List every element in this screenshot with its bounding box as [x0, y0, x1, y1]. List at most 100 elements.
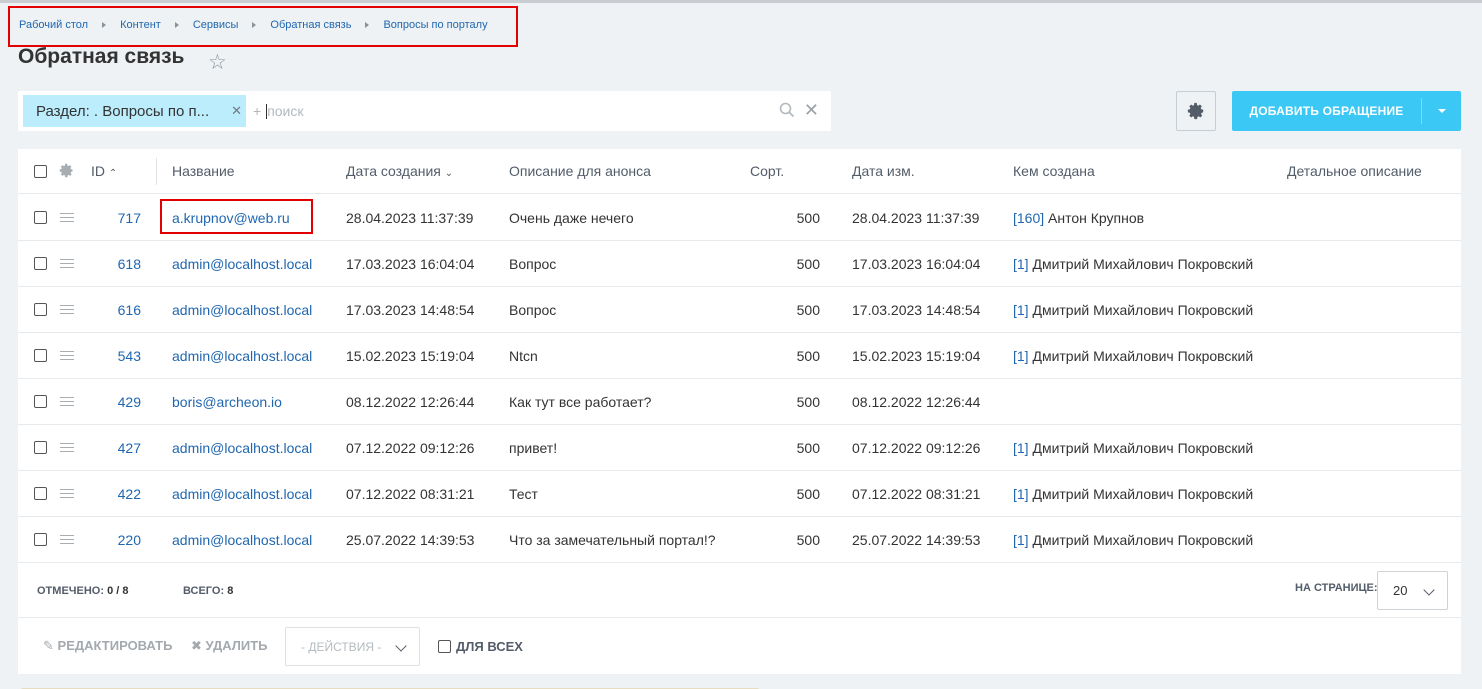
breadcrumb-arrow-icon: [365, 21, 370, 28]
favorite-star-icon[interactable]: ☆: [208, 50, 227, 75]
row-user-id-link[interactable]: [1]: [1013, 440, 1029, 456]
drag-handle-icon[interactable]: [60, 440, 74, 455]
column-header-name[interactable]: Название: [172, 163, 235, 179]
column-header-detail[interactable]: Детальное описание: [1287, 163, 1422, 179]
drag-handle-icon[interactable]: [60, 348, 74, 363]
table-row[interactable]: 220 admin@localhost.local 25.07.2022 14:…: [18, 517, 1461, 563]
gear-icon: [1187, 102, 1204, 120]
table-row[interactable]: 427 admin@localhost.local 07.12.2022 09:…: [18, 425, 1461, 471]
row-preview-text: Ntcn: [509, 347, 538, 364]
for-all-toggle[interactable]: ДЛЯ ВСЕХ: [438, 639, 523, 654]
row-user-id-link[interactable]: [1]: [1013, 256, 1029, 272]
breadcrumb-services[interactable]: Сервисы: [193, 19, 239, 31]
close-icon: ✖: [191, 638, 202, 653]
row-checkbox[interactable]: [34, 211, 47, 224]
column-header-modified[interactable]: Дата изм.: [852, 163, 915, 179]
table-row[interactable]: 618 admin@localhost.local 17.03.2023 16:…: [18, 241, 1461, 287]
row-preview-text: Вопрос: [509, 255, 557, 272]
row-id[interactable]: 220: [101, 532, 141, 548]
row-id[interactable]: 717: [101, 210, 141, 226]
row-user-id-link[interactable]: [1]: [1013, 486, 1029, 502]
row-checkbox[interactable]: [34, 303, 47, 316]
row-checkbox[interactable]: [34, 395, 47, 408]
per-page-select[interactable]: 20: [1377, 571, 1448, 610]
row-modified-date: 07.12.2022 09:12:26: [852, 439, 981, 456]
row-checkbox[interactable]: [34, 487, 47, 500]
delete-action[interactable]: ✖ УДАЛИТЬ: [191, 638, 268, 654]
drag-handle-icon[interactable]: [60, 486, 74, 501]
breadcrumb-feedback[interactable]: Обратная связь: [270, 19, 351, 31]
column-header-created-by[interactable]: Кем создана: [1013, 163, 1095, 179]
row-checkbox[interactable]: [34, 441, 47, 454]
breadcrumb-portal-questions[interactable]: Вопросы по порталу: [383, 19, 487, 31]
row-sort: 500: [796, 255, 820, 272]
drag-handle-icon[interactable]: [60, 256, 74, 271]
row-id[interactable]: 429: [101, 394, 141, 410]
add-request-dropdown[interactable]: [1422, 109, 1461, 113]
row-sort: 500: [796, 393, 820, 410]
row-id[interactable]: 427: [101, 440, 141, 456]
add-request-button[interactable]: ДОБАВИТЬ ОБРАЩЕНИЕ: [1232, 91, 1461, 131]
row-checkbox[interactable]: [34, 257, 47, 270]
row-id[interactable]: 543: [101, 348, 141, 364]
filter-tag-section[interactable]: Раздел: . Вопросы по п... ✕: [23, 95, 246, 127]
row-id[interactable]: 616: [101, 302, 141, 318]
column-header-created[interactable]: Дата создания ⌄: [346, 163, 453, 179]
grid-settings-button[interactable]: [1176, 91, 1216, 131]
select-all-checkbox[interactable]: [34, 164, 47, 178]
edit-action[interactable]: ✎ РЕДАКТИРОВАТЬ: [43, 638, 172, 654]
filter-search-bar[interactable]: Раздел: . Вопросы по п... ✕ + поиск ✕: [18, 91, 831, 131]
breadcrumb-desktop[interactable]: Рабочий стол: [19, 19, 88, 31]
row-checkbox[interactable]: [34, 533, 47, 546]
row-preview-text: Как тут все работает?: [509, 393, 652, 410]
column-header-sort[interactable]: Сорт.: [750, 163, 784, 179]
row-name-link[interactable]: boris@archeon.io: [172, 394, 282, 410]
drag-handle-icon[interactable]: [60, 210, 74, 225]
search-input[interactable]: поиск: [267, 103, 831, 119]
breadcrumb-content[interactable]: Контент: [120, 19, 161, 31]
breadcrumb-arrow-icon: [102, 21, 107, 28]
row-id[interactable]: 422: [101, 486, 141, 502]
drag-handle-icon[interactable]: [60, 532, 74, 547]
column-header-id[interactable]: ID ⌃: [91, 163, 117, 179]
table-row[interactable]: 543 admin@localhost.local 15.02.2023 15:…: [18, 333, 1461, 379]
row-checkbox[interactable]: [34, 349, 47, 362]
row-user-id-link[interactable]: [1]: [1013, 532, 1029, 548]
for-all-checkbox[interactable]: [438, 640, 451, 653]
row-user-id-link[interactable]: [160]: [1013, 210, 1044, 226]
row-user-id-link[interactable]: [1]: [1013, 302, 1029, 318]
row-name-link[interactable]: admin@localhost.local: [172, 348, 312, 364]
drag-handle-icon[interactable]: [60, 394, 74, 409]
row-user-name: Дмитрий Михайлович Покровский: [1032, 347, 1254, 364]
row-user-name: Дмитрий Михайлович Покровский: [1032, 531, 1254, 548]
row-name-link[interactable]: admin@localhost.local: [172, 440, 312, 456]
data-grid: ID ⌃ Название Дата создания ⌄ Описание д…: [18, 149, 1461, 617]
actions-select[interactable]: - ДЕЙСТВИЯ -: [285, 627, 420, 666]
row-name-link[interactable]: admin@localhost.local: [172, 302, 312, 318]
edit-action-label: РЕДАКТИРОВАТЬ: [57, 638, 173, 653]
row-id[interactable]: 618: [101, 256, 141, 272]
row-sort: 500: [796, 485, 820, 502]
chevron-down-icon: [395, 640, 407, 652]
delete-action-label: УДАЛИТЬ: [205, 638, 268, 653]
table-row[interactable]: 429 boris@archeon.io 08.12.2022 12:26:44…: [18, 379, 1461, 425]
row-created-by: [1] Дмитрий Михайлович Покровский: [1013, 440, 1253, 456]
row-sort: 500: [796, 209, 820, 226]
table-row[interactable]: 616 admin@localhost.local 17.03.2023 14:…: [18, 287, 1461, 333]
row-name-link[interactable]: admin@localhost.local: [172, 532, 312, 548]
row-name-link[interactable]: admin@localhost.local: [172, 256, 312, 272]
search-icon[interactable]: [779, 102, 795, 123]
row-created-date: 17.03.2023 14:48:54: [346, 301, 475, 318]
column-settings-gear-icon[interactable]: [59, 163, 74, 181]
sort-desc-icon: ⌄: [444, 168, 454, 179]
clear-search-icon[interactable]: ✕: [804, 100, 819, 121]
row-user-id-link[interactable]: [1]: [1013, 348, 1029, 364]
row-created-by: [1] Дмитрий Михайлович Покровский: [1013, 302, 1253, 318]
row-name-link[interactable]: admin@localhost.local: [172, 486, 312, 502]
row-modified-date: 15.02.2023 15:19:04: [852, 347, 981, 364]
table-row[interactable]: 422 admin@localhost.local 07.12.2022 08:…: [18, 471, 1461, 517]
drag-handle-icon[interactable]: [60, 302, 74, 317]
filter-tag-remove-icon[interactable]: ✕: [231, 103, 242, 119]
filter-add-icon[interactable]: +: [253, 103, 261, 119]
column-header-preview[interactable]: Описание для анонса: [509, 163, 651, 179]
